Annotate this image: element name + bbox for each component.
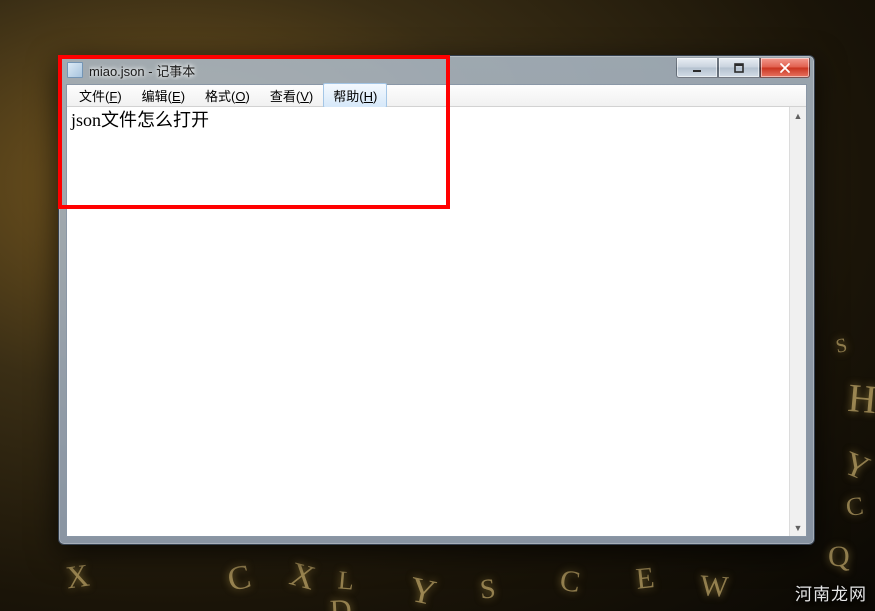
scroll-up-arrow[interactable]: ▲: [791, 107, 806, 124]
menu-file[interactable]: 文件(F): [69, 83, 132, 108]
notepad-window: miao.json - 记事本 文件(F) 编辑(E) 格式(O) 查看(V) …: [58, 55, 815, 545]
menu-view[interactable]: 查看(V): [260, 83, 323, 108]
text-editor[interactable]: json文件怎么打开: [67, 107, 789, 536]
minimize-icon: [691, 62, 703, 74]
client-area: 文件(F) 编辑(E) 格式(O) 查看(V) 帮助(H) json文件怎么打开…: [66, 84, 807, 537]
maximize-icon: [733, 62, 745, 74]
scroll-down-arrow[interactable]: ▼: [791, 519, 806, 536]
editor-area: json文件怎么打开 ▲ ▼: [67, 107, 806, 536]
bg-letter: X: [286, 555, 320, 598]
bg-letter: W: [699, 569, 730, 605]
menu-edit[interactable]: 编辑(E): [132, 83, 195, 108]
minimize-button[interactable]: [676, 58, 718, 78]
bg-letter: H: [846, 374, 875, 423]
app-icon: [67, 62, 83, 78]
bg-letter: L: [337, 565, 355, 596]
close-button[interactable]: [760, 58, 810, 78]
window-controls: [676, 58, 810, 78]
bg-letter: E: [634, 561, 656, 597]
menubar: 文件(F) 编辑(E) 格式(O) 查看(V) 帮助(H): [67, 85, 806, 107]
watermark-text: 河南龙网: [795, 580, 867, 605]
bg-letter: C: [224, 558, 254, 600]
vertical-scrollbar[interactable]: ▲ ▼: [789, 107, 806, 536]
maximize-button[interactable]: [718, 58, 760, 78]
bg-letter: S: [834, 334, 849, 359]
close-icon: [779, 62, 791, 74]
bg-letter: S: [479, 573, 497, 606]
bg-letter: C: [844, 491, 865, 523]
menu-help[interactable]: 帮助(H): [323, 83, 387, 108]
bg-letter: C: [558, 564, 583, 600]
bg-letter: D: [329, 593, 352, 611]
bg-letter: Q: [828, 540, 850, 574]
bg-letter: X: [64, 557, 92, 597]
window-title: miao.json - 记事本: [89, 61, 676, 80]
titlebar[interactable]: miao.json - 记事本: [59, 56, 814, 84]
bg-letter: Y: [838, 445, 875, 489]
menu-format[interactable]: 格式(O): [195, 83, 260, 108]
bg-letter: Y: [406, 568, 440, 611]
